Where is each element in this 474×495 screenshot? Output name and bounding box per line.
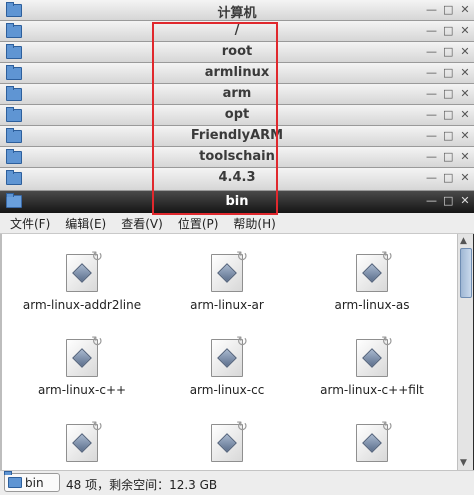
maximize-button[interactable]: □ [443,107,453,122]
statusbar: bin 48 项，剩余空间：12.3 GB [0,470,474,495]
close-button[interactable]: ✕ [460,86,470,101]
menubar: 文件(F) 编辑(E) 查看(V) 位置(P) 帮助(H) [0,213,474,234]
vertical-scrollbar[interactable]: ▲ ▼ [457,234,473,470]
maximize-button[interactable]: □ [443,23,453,38]
maximize-button[interactable]: □ [443,44,453,59]
window-title: 4.4.3 [218,170,256,185]
file-name: arm-linux-c++ [37,383,127,397]
file-item[interactable]: ↻ [297,419,447,462]
window-titlebar-root[interactable]: root — □ ✕ [0,42,474,63]
executable-icon: ↻ [356,249,393,292]
file-item[interactable]: ↻ arm-linux-c++ [7,334,157,397]
maximize-button[interactable]: □ [443,193,453,208]
window-title: toolschain [199,149,275,164]
executable-icon: ↻ [356,334,393,377]
menu-edit[interactable]: 编辑(E) [65,215,106,232]
window-titlebar-root-dir[interactable]: / — □ ✕ [0,21,474,42]
close-button[interactable]: ✕ [460,2,470,17]
maximize-button[interactable]: □ [443,86,453,101]
executable-icon: ↻ [356,419,393,462]
file-item[interactable]: ↻ arm-linux-ar [152,249,302,312]
menu-file[interactable]: 文件(F) [10,215,50,232]
window-titlebar-4-4-3[interactable]: 4.4.3 — □ ✕ [0,168,474,191]
window-title: bin [225,194,249,209]
minimize-button[interactable]: — [426,65,437,80]
maximize-button[interactable]: □ [443,149,453,164]
window-titlebar-armlinux[interactable]: armlinux — □ ✕ [0,63,474,84]
executable-icon: ↻ [66,249,103,292]
minimize-button[interactable]: — [426,170,437,185]
close-button[interactable]: ✕ [460,149,470,164]
file-item[interactable]: ↻ arm-linux-c++filt [297,334,447,397]
close-button[interactable]: ✕ [460,170,470,185]
minimize-button[interactable]: — [426,193,437,208]
minimize-button[interactable]: — [426,107,437,122]
file-name: arm-linux-as [334,298,410,312]
minimize-button[interactable]: — [426,128,437,143]
menu-places[interactable]: 位置(P) [178,215,219,232]
close-button[interactable]: ✕ [460,193,470,208]
close-button[interactable]: ✕ [460,107,470,122]
close-button[interactable]: ✕ [460,128,470,143]
maximize-button[interactable]: □ [443,2,453,17]
window-titlebar-friendlyarm[interactable]: FriendlyARM — □ ✕ [0,126,474,147]
window-title: 计算机 [217,6,257,21]
menu-help[interactable]: 帮助(H) [233,215,275,232]
location-selector[interactable]: bin [4,473,60,492]
file-item[interactable]: ↻ arm-linux-cc [152,334,302,397]
file-name: arm-linux-ar [190,298,264,312]
window-title: arm [222,86,252,101]
folder-icon [8,477,22,488]
location-label: bin [25,475,44,490]
file-name: arm-linux-c++filt [320,383,424,397]
scroll-down-arrow-icon[interactable]: ▼ [460,458,467,468]
close-button[interactable]: ✕ [460,65,470,80]
window-title: FriendlyARM [190,128,284,143]
window-title: armlinux [204,65,270,80]
file-item[interactable]: ↻ [7,419,157,462]
close-button[interactable]: ✕ [460,23,470,38]
window-title: root [221,44,253,59]
executable-icon: ↻ [211,419,248,462]
minimize-button[interactable]: — [426,86,437,101]
executable-icon: ↻ [211,334,248,377]
window-titlebar-computer[interactable]: 计算机 — □ ✕ [0,0,474,21]
maximize-button[interactable]: □ [443,65,453,80]
scroll-thumb[interactable] [460,248,472,298]
executable-icon: ↻ [211,249,248,292]
menu-view[interactable]: 查看(V) [121,215,163,232]
file-name: arm-linux-cc [189,383,265,397]
status-info: 48 项，剩余空间：12.3 GB [66,478,218,492]
close-button[interactable]: ✕ [460,44,470,59]
file-view[interactable]: ↻ arm-linux-addr2line ↻ arm-linux-ar ↻ a… [2,234,457,470]
window-titlebar-toolschain[interactable]: toolschain — □ ✕ [0,147,474,168]
window-titlebar-arm[interactable]: arm — □ ✕ [0,84,474,105]
file-name: arm-linux-addr2line [22,298,142,312]
minimize-button[interactable]: — [426,149,437,164]
window-title: / [234,23,240,38]
maximize-button[interactable]: □ [443,170,453,185]
file-item[interactable]: ↻ [152,419,302,462]
executable-icon: ↻ [66,419,103,462]
scroll-up-arrow-icon[interactable]: ▲ [460,236,467,246]
window-titlebar-opt[interactable]: opt — □ ✕ [0,105,474,126]
executable-icon: ↻ [66,334,103,377]
file-item[interactable]: ↻ arm-linux-as [297,249,447,312]
file-item[interactable]: ↻ arm-linux-addr2line [7,249,157,312]
minimize-button[interactable]: — [426,44,437,59]
maximize-button[interactable]: □ [443,128,453,143]
minimize-button[interactable]: — [426,2,437,17]
minimize-button[interactable]: — [426,23,437,38]
window-title: opt [224,107,250,122]
window-titlebar-bin[interactable]: bin — □ ✕ [0,191,474,213]
